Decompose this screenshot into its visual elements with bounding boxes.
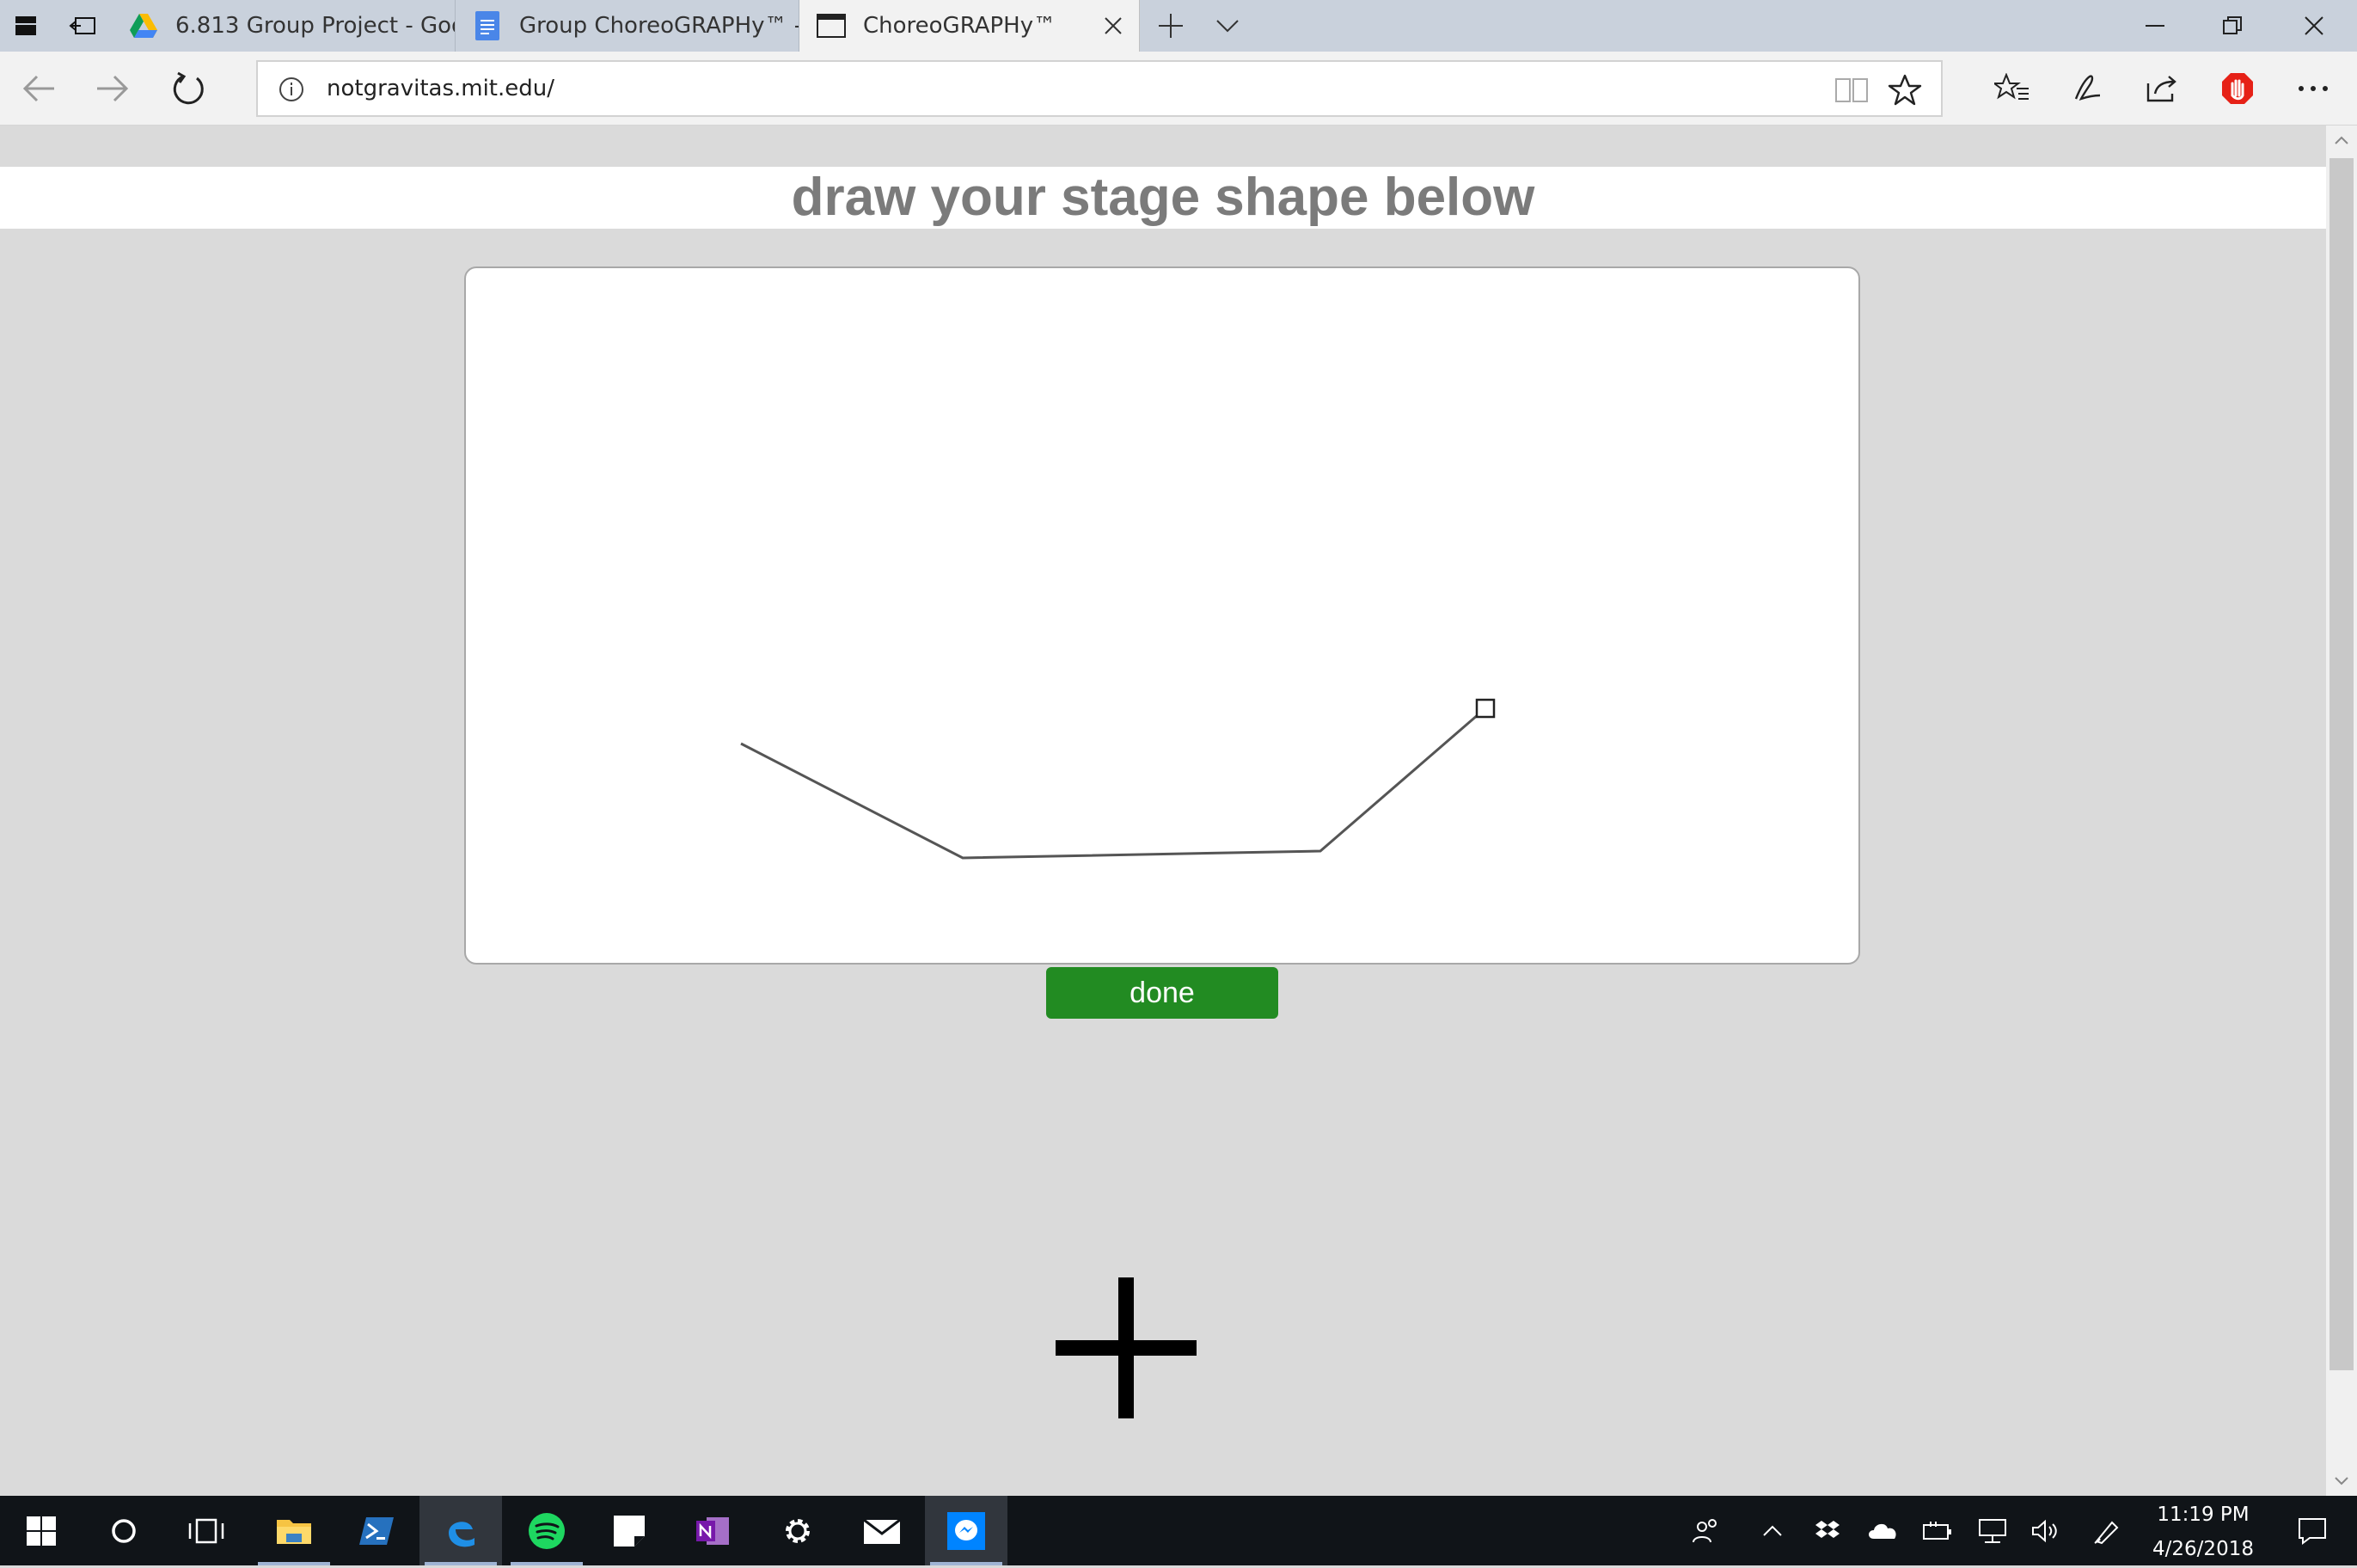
tabs-aside-icon[interactable]: [69, 12, 96, 40]
powershell-icon[interactable]: [335, 1496, 418, 1565]
settings-icon[interactable]: [756, 1496, 839, 1565]
new-tab-icon[interactable]: [1157, 12, 1185, 40]
sticky-notes-icon[interactable]: [588, 1496, 670, 1565]
page-title: draw your stage shape below: [791, 168, 1535, 227]
edge-icon[interactable]: [419, 1496, 502, 1565]
network-icon[interactable]: [1974, 1496, 2011, 1565]
windows-ink-icon[interactable]: [2089, 1496, 2127, 1565]
refresh-icon[interactable]: [167, 67, 210, 110]
tab-label: ChoreoGRAPHy™: [863, 13, 1056, 39]
onenote-icon[interactable]: [672, 1496, 755, 1565]
add-plus-icon[interactable]: [1056, 1277, 1197, 1418]
adblock-extension-icon[interactable]: [2216, 67, 2259, 110]
web-note-pen-icon[interactable]: [2066, 67, 2109, 110]
favorite-star-icon[interactable]: [1888, 74, 1922, 111]
done-button[interactable]: done: [1046, 967, 1278, 1019]
address-bar[interactable]: notgravitas.mit.edu/: [256, 60, 1943, 117]
tab-google-drive[interactable]: 6.813 Group Project - Goog: [112, 0, 456, 52]
system-clock[interactable]: 11:19 PM 4/26/2018: [2130, 1496, 2276, 1565]
page-content: draw your stage shape below done: [0, 126, 2326, 1496]
start-icon[interactable]: [0, 1496, 83, 1565]
restore-button[interactable]: [2194, 0, 2271, 52]
tab-preview-chevron-icon[interactable]: [1214, 12, 1241, 40]
scroll-down-icon[interactable]: [2326, 1467, 2357, 1496]
scroll-up-icon[interactable]: [2326, 126, 2357, 155]
vertical-scrollbar[interactable]: [2326, 126, 2357, 1496]
scrollbar-thumb[interactable]: [2329, 158, 2354, 1370]
share-icon[interactable]: [2140, 67, 2183, 110]
tab-google-docs[interactable]: Group ChoreoGRAPHy™ - G: [456, 0, 799, 52]
task-view-icon[interactable]: [165, 1496, 248, 1565]
file-explorer-icon[interactable]: [253, 1496, 335, 1565]
drawn-stage-outline: [740, 707, 1486, 860]
favorites-hub-icon[interactable]: [1991, 67, 2034, 110]
google-drive-icon: [129, 11, 158, 40]
minimize-button[interactable]: [2116, 0, 2194, 52]
browser-titlebar: 6.813 Group Project - Goog Group ChoreoG…: [0, 0, 2357, 52]
tab-choreography[interactable]: ChoreoGRAPHy™: [799, 0, 1140, 52]
stage-shape-drawing: [740, 698, 1496, 860]
stage-drawing-canvas[interactable]: [464, 266, 1860, 965]
forward-arrow-icon[interactable]: [91, 67, 134, 110]
shape-endpoint-handle[interactable]: [1475, 698, 1496, 719]
messenger-icon[interactable]: [925, 1496, 1007, 1565]
url-text: notgravitas.mit.edu/: [327, 76, 555, 101]
close-tab-icon[interactable]: [1099, 12, 1127, 40]
show-hidden-icons-chevron-icon[interactable]: [1754, 1496, 1791, 1565]
action-center-icon[interactable]: [2278, 1496, 2347, 1565]
spotify-icon[interactable]: [505, 1496, 588, 1565]
tab-label: 6.813 Group Project - Goog: [175, 13, 456, 39]
mail-icon[interactable]: [841, 1496, 923, 1565]
onedrive-cloud-icon[interactable]: [1864, 1496, 1901, 1565]
back-arrow-icon[interactable]: [17, 67, 60, 110]
browser-navbar: notgravitas.mit.edu/: [0, 52, 2357, 126]
people-icon[interactable]: [1685, 1496, 1728, 1565]
google-docs-icon: [473, 11, 502, 40]
close-window-button[interactable]: [2271, 0, 2357, 52]
reading-view-icon[interactable]: [1834, 76, 1869, 107]
more-options-icon[interactable]: [2292, 67, 2335, 110]
battery-icon[interactable]: [1919, 1496, 1956, 1565]
page-icon: [817, 11, 846, 40]
dropbox-icon[interactable]: [1809, 1496, 1846, 1565]
heading-bar: draw your stage shape below: [0, 167, 2326, 229]
site-info-icon[interactable]: [279, 77, 304, 107]
clock-date: 4/26/2018: [2152, 1538, 2254, 1560]
cortana-icon[interactable]: [83, 1496, 165, 1565]
clock-time: 11:19 PM: [2157, 1504, 2250, 1526]
volume-icon[interactable]: [2027, 1496, 2065, 1565]
tab-label: Group ChoreoGRAPHy™ - G: [519, 13, 799, 39]
set-aside-tabs-icon[interactable]: [12, 12, 40, 40]
windows-taskbar: 11:19 PM 4/26/2018: [0, 1496, 2357, 1565]
